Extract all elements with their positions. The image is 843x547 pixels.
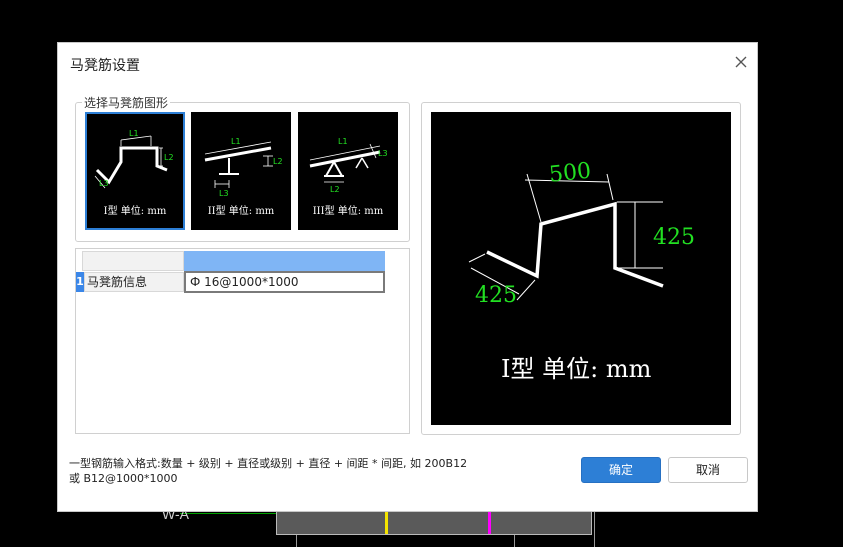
shape-option-type-2[interactable]: L1 L2 L3 II型 单位: mm (191, 112, 291, 230)
beam-block (276, 508, 592, 535)
grid-line (296, 535, 297, 547)
axis-line (180, 513, 276, 514)
row-number[interactable]: 1 (76, 272, 84, 292)
yellow-marker (385, 512, 388, 534)
type-2-caption: II型 单位: mm (207, 206, 275, 217)
property-grid: 1 马凳筋信息 Ф Ф 16@1000*1000 (75, 248, 410, 434)
label-l3: L3 (219, 189, 229, 198)
preview-shape-drawing: 500 425 425 I型 单位: mm (468, 159, 695, 383)
input-format-hint: 一型钢筋输入格式:数量 + 级别 + 直径或级别 + 直径 + 间距 * 间距,… (69, 456, 539, 486)
label-l3: L3 (378, 149, 388, 158)
label-l2: L2 (273, 157, 283, 166)
ok-button[interactable]: 确定 (581, 457, 661, 483)
type-3-caption: III型 单位: mm (312, 206, 384, 217)
label-l1: L1 (338, 137, 348, 146)
preview-caption: I型 单位: mm (501, 355, 652, 383)
cancel-button[interactable]: 取消 (668, 457, 748, 483)
preview-panel: 500 425 425 I型 单位: mm (421, 102, 741, 435)
shape-group-label: 选择马凳筋图形 (82, 94, 171, 111)
dimension-left: 425 (475, 283, 517, 308)
close-icon (735, 56, 747, 68)
dialog-title: 马凳筋设置 (70, 58, 140, 74)
dimension-right: 425 (653, 225, 695, 250)
hint-line-2: 或 B12@1000*1000 (69, 472, 178, 485)
dimension-top: 500 (548, 159, 592, 188)
chair-bar-info-input[interactable]: Ф Ф 16@1000*1000 (184, 271, 385, 293)
shape-option-type-3[interactable]: L1 L2 L3 III型 单位: mm (298, 112, 398, 230)
label-l1: L1 (231, 137, 241, 146)
magenta-marker (488, 512, 491, 534)
close-button[interactable] (732, 53, 750, 71)
label-l2: L2 (330, 185, 340, 194)
label-l3: L3 (99, 179, 109, 188)
grid-header-name (82, 251, 184, 271)
preview-canvas: 500 425 425 I型 单位: mm (431, 112, 731, 425)
shape-option-type-1[interactable]: L1 L2 L3 I型 单位: mm (85, 112, 185, 230)
chair-bar-settings-dialog: 马凳筋设置 选择马凳筋图形 L1 L2 L3 I型 单位: mm L1 L2 L… (57, 42, 758, 512)
row-label-chair-bar-info: 马凳筋信息 (84, 272, 184, 292)
grid-header-value (184, 251, 385, 271)
chair-bar-info-value: Ф 16@1000*1000 (190, 275, 299, 289)
grid-line (514, 535, 515, 547)
type-1-caption: I型 单位: mm (103, 206, 167, 217)
label-l2: L2 (164, 153, 174, 162)
label-l1: L1 (129, 129, 139, 138)
hint-line-1: 一型钢筋输入格式:数量 + 级别 + 直径或级别 + 直径 + 间距 * 间距,… (69, 457, 468, 470)
